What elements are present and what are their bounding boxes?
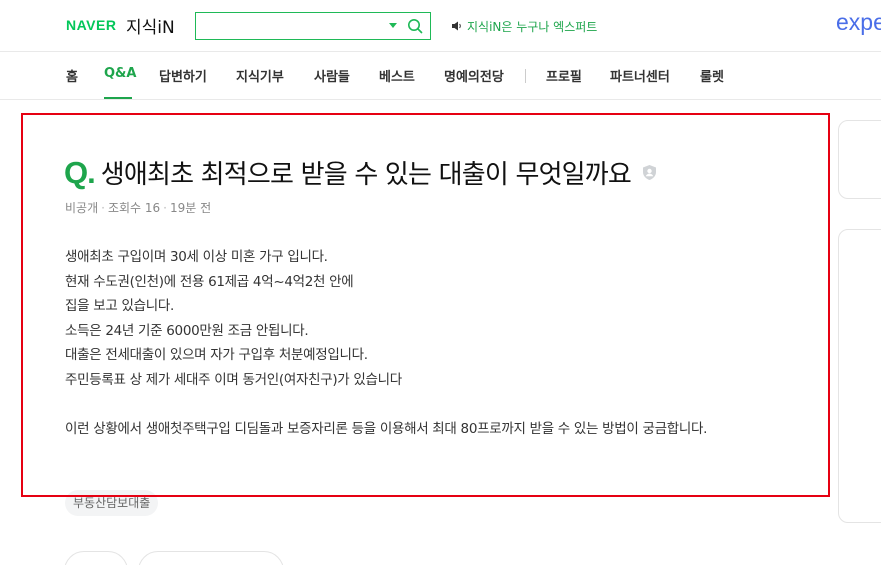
nav-item-donate[interactable]: 지식기부 — [236, 66, 284, 85]
search-input[interactable] — [202, 17, 382, 35]
question-meta: 비공개 · 조회수 16 · 19분 전 — [65, 201, 212, 215]
nav-item-home[interactable]: 홈 — [66, 66, 78, 85]
body-line: 생애최초 구입이며 30세 이상 미혼 가구 입니다. — [65, 249, 328, 265]
body-paragraph: 이런 상황에서 생애첫주택구입 디딤돌과 보증자리론 등을 이용해서 최대 80… — [65, 420, 708, 437]
body-line: 집을 보고 있습니다. — [65, 298, 174, 314]
expert-logo[interactable]: expe — [836, 9, 881, 36]
body-line: 대출은 전세대출이 있으며 자가 구입후 처분예정입니다. — [65, 347, 368, 363]
main-nav: 홈 Q&A 답변하기 지식기부 사람들 베스트 명예의전당 프로필 파트너센터 … — [0, 53, 881, 100]
notice-text: 지식iN은 누구나 엑스퍼트 — [467, 19, 598, 34]
view-count: 조회수 16 — [107, 201, 161, 215]
expert-notice[interactable]: 지식iN은 누구나 엑스퍼트 — [451, 17, 597, 35]
speaker-icon — [452, 21, 461, 31]
search-box — [195, 12, 431, 40]
question-tag[interactable]: 부동산담보대출 — [65, 490, 159, 516]
question-body: 생애최초 구입이며 30세 이상 미혼 가구 입니다. 현재 수도권(인천)에 … — [65, 245, 815, 441]
visibility-label: 비공개 — [65, 201, 99, 215]
side-card — [838, 120, 881, 199]
question-title: 생애최초 최적으로 받을 수 있는 대출이 무엇일까요 — [100, 160, 632, 190]
nav-item-hall-of-fame[interactable]: 명예의전당 — [444, 66, 504, 85]
naver-logo[interactable]: NAVER — [66, 17, 116, 33]
top-header: NAVER 지식iN 지식iN은 누구나 엑스퍼트 expe — [0, 0, 881, 52]
body-line: 주민등록표 상 제가 세대주 이며 동거인(여자친구)가 있습니다 — [65, 371, 402, 388]
nav-item-partner-center[interactable]: 파트너센터 — [610, 66, 670, 85]
body-line: 소득은 24년 기준 6000만원 조금 안됩니다. — [65, 322, 309, 339]
nav-item-people[interactable]: 사람들 — [314, 66, 350, 85]
posted-time: 19분 전 — [170, 201, 212, 215]
action-button[interactable] — [138, 551, 284, 565]
question-title-row: Q. 생애최초 최적으로 받을 수 있는 대출이 무엇일까요 — [64, 154, 804, 191]
search-dropdown-caret-icon[interactable] — [389, 23, 397, 28]
body-line: 현재 수도권(인천)에 전용 61제곱 4억~4억2천 안에 — [65, 273, 354, 290]
nav-active-indicator — [104, 97, 132, 99]
private-shield-icon — [643, 165, 657, 180]
nav-item-profile[interactable]: 프로필 — [546, 66, 582, 85]
kin-logo[interactable]: 지식iN — [126, 13, 175, 38]
nav-divider — [525, 69, 526, 83]
nav-item-qna[interactable]: Q&A — [104, 66, 136, 81]
action-button[interactable] — [64, 551, 128, 565]
nav-item-roulette[interactable]: 룰렛 — [700, 66, 724, 85]
nav-item-answer[interactable]: 답변하기 — [159, 66, 207, 85]
nav-item-best[interactable]: 베스트 — [379, 66, 415, 85]
side-card — [838, 229, 881, 523]
search-icon[interactable] — [406, 17, 424, 35]
question-mark-label: Q. — [64, 154, 96, 190]
